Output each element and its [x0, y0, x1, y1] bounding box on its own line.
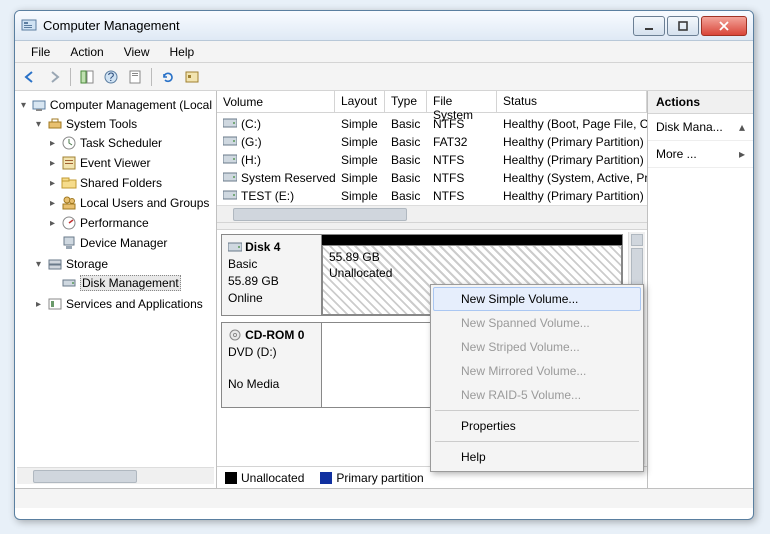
- back-button[interactable]: [19, 66, 41, 88]
- menu-view[interactable]: View: [114, 43, 160, 61]
- toolbar: ?: [15, 63, 753, 91]
- legend-unallocated: Unallocated: [225, 471, 304, 485]
- col-status[interactable]: Status: [497, 91, 647, 112]
- drive-icon: [223, 153, 237, 168]
- table-row[interactable]: System ReservedSimpleBasicNTFSHealthy (S…: [217, 169, 647, 187]
- menu-action[interactable]: Action: [60, 43, 113, 61]
- close-button[interactable]: [701, 16, 747, 36]
- settings-button[interactable]: [181, 66, 203, 88]
- drive-icon: [223, 135, 237, 150]
- unallocated-stripe: [322, 235, 622, 245]
- tree-shared-folders[interactable]: Shared Folders: [45, 174, 214, 192]
- tree-services[interactable]: Services and Applications: [31, 295, 214, 313]
- menubar: File Action View Help: [15, 41, 753, 63]
- tree-root-label: Computer Management (Local: [50, 98, 212, 112]
- actions-more[interactable]: More ...▸: [648, 141, 753, 168]
- table-row[interactable]: (C:)SimpleBasicNTFSHealthy (Boot, Page F…: [217, 115, 647, 133]
- tree-system-tools[interactable]: System Tools: [31, 115, 214, 133]
- tree-task-scheduler[interactable]: Task Scheduler: [45, 134, 214, 152]
- properties-button[interactable]: [124, 66, 146, 88]
- tree-local-users[interactable]: Local Users and Groups: [45, 194, 214, 212]
- volume-h-scrollbar[interactable]: [217, 205, 647, 222]
- toolbar-separator: [151, 68, 152, 86]
- splitter[interactable]: [217, 222, 647, 230]
- tree-disk-management[interactable]: Disk Management: [45, 274, 214, 292]
- window: Computer Management File Action View Hel…: [14, 10, 754, 520]
- tree-event-viewer[interactable]: Event Viewer: [45, 154, 214, 172]
- drive-icon: [223, 171, 237, 186]
- ctx-new-spanned-volume: New Spanned Volume...: [433, 311, 641, 335]
- tree-storage[interactable]: Storage: [31, 255, 214, 273]
- ctx-new-simple-volume[interactable]: New Simple Volume...: [433, 287, 641, 311]
- ctx-new-mirrored-volume: New Mirrored Volume...: [433, 359, 641, 383]
- ctx-new-raid5-volume: New RAID-5 Volume...: [433, 383, 641, 407]
- window-title: Computer Management: [43, 18, 631, 33]
- actions-header: Actions: [648, 91, 753, 114]
- volume-list[interactable]: (C:)SimpleBasicNTFSHealthy (Boot, Page F…: [217, 113, 647, 205]
- table-row[interactable]: (G:)SimpleBasicFAT32Healthy (Primary Par…: [217, 133, 647, 151]
- help-button[interactable]: ?: [100, 66, 122, 88]
- actions-disk-management[interactable]: Disk Mana...▴: [648, 114, 753, 141]
- nav-h-scrollbar[interactable]: [17, 467, 214, 484]
- toolbar-separator: [70, 68, 71, 86]
- disk-icon: [228, 241, 242, 253]
- collapse-icon: ▴: [739, 120, 745, 134]
- table-row[interactable]: (H:)SimpleBasicNTFSHealthy (Primary Part…: [217, 151, 647, 169]
- nav-pane: Computer Management (Local System Tools …: [15, 91, 217, 488]
- chevron-right-icon: ▸: [739, 147, 745, 161]
- tree-performance[interactable]: Performance: [45, 214, 214, 232]
- cdrom-icon: [228, 329, 242, 341]
- disk4-info: Disk 4 Basic 55.89 GB Online: [222, 235, 322, 315]
- ctx-properties[interactable]: Properties: [433, 414, 641, 438]
- legend-primary: Primary partition: [320, 471, 423, 485]
- titlebar: Computer Management: [15, 11, 753, 41]
- maximize-button[interactable]: [667, 16, 699, 36]
- col-layout[interactable]: Layout: [335, 91, 385, 112]
- ctx-new-striped-volume: New Striped Volume...: [433, 335, 641, 359]
- status-bar: [15, 488, 753, 508]
- cdrom-info: CD-ROM 0 DVD (D:) No Media: [222, 323, 322, 407]
- col-type[interactable]: Type: [385, 91, 427, 112]
- menu-file[interactable]: File: [21, 43, 60, 61]
- window-buttons: [631, 16, 747, 36]
- show-hide-tree-button[interactable]: [76, 66, 98, 88]
- drive-icon: [223, 117, 237, 132]
- ctx-help[interactable]: Help: [433, 445, 641, 469]
- menu-help[interactable]: Help: [160, 43, 205, 61]
- tree-device-manager[interactable]: Device Manager: [45, 234, 214, 252]
- app-icon: [21, 18, 37, 34]
- svg-text:?: ?: [108, 70, 115, 84]
- nav-tree[interactable]: Computer Management (Local System Tools …: [17, 95, 214, 467]
- context-menu: New Simple Volume... New Spanned Volume.…: [430, 284, 644, 472]
- tree-root[interactable]: Computer Management (Local: [17, 96, 214, 114]
- drive-icon: [223, 189, 237, 204]
- table-row[interactable]: TEST (E:)SimpleBasicNTFSHealthy (Primary…: [217, 187, 647, 205]
- minimize-button[interactable]: [633, 16, 665, 36]
- forward-button[interactable]: [43, 66, 65, 88]
- volume-list-header: Volume Layout Type File System Status: [217, 91, 647, 113]
- col-volume[interactable]: Volume: [217, 91, 335, 112]
- refresh-button[interactable]: [157, 66, 179, 88]
- col-fs[interactable]: File System: [427, 91, 497, 112]
- actions-pane: Actions Disk Mana...▴ More ...▸: [648, 91, 753, 488]
